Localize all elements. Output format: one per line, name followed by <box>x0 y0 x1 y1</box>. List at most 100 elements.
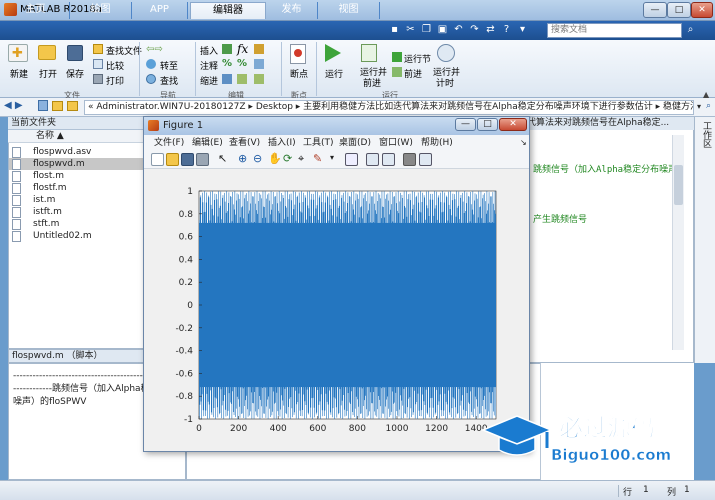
menu-help[interactable]: 帮助(H) <box>421 135 453 151</box>
search-icon[interactable]: ⌕ <box>684 23 697 37</box>
menu-desktop[interactable]: 桌面(D) <box>339 135 371 151</box>
x-tick-label: 0 <box>196 424 202 434</box>
editor-tab[interactable]: 代算法来对跳频信号在Alpha稳定... <box>523 117 694 130</box>
menu-window[interactable]: 窗口(W) <box>379 135 413 151</box>
smart-indent-icon[interactable] <box>222 74 232 84</box>
back-forward-icon[interactable]: ⇦⇨ <box>146 44 174 55</box>
increase-indent-icon[interactable] <box>237 74 247 84</box>
save-figure-icon[interactable] <box>181 153 194 166</box>
menu-dock-icon[interactable]: ↘ <box>520 135 527 151</box>
brush-dropdown-icon[interactable]: ▾ <box>330 153 334 162</box>
new-figure-icon[interactable] <box>151 153 164 166</box>
code-line[interactable]: 产生跳频信号 <box>533 212 587 225</box>
comment-button[interactable]: 注释 <box>200 59 218 72</box>
menu-tools[interactable]: 工具(T) <box>303 135 334 151</box>
tab-apps[interactable]: APP <box>132 2 188 19</box>
find-files-button[interactable]: 查找文件 <box>106 44 142 57</box>
menu-file[interactable]: 文件(F) <box>154 135 184 151</box>
undo-quick-icon[interactable]: ↶ <box>452 23 465 37</box>
comment-percent-icon[interactable]: % <box>222 58 232 69</box>
decrease-indent-icon[interactable] <box>254 74 264 84</box>
insert-cell-icon[interactable] <box>254 44 264 54</box>
paste-quick-icon[interactable]: ▣ <box>436 23 449 37</box>
dropdown-quick-icon[interactable]: ▾ <box>516 23 529 37</box>
print-figure-icon[interactable] <box>196 153 209 166</box>
tab-plots[interactable]: 绘图 <box>70 2 132 19</box>
print-button[interactable]: 打印 <box>106 74 124 87</box>
run-time-label-2[interactable]: 计时 <box>436 76 454 89</box>
path-dropdown-icon[interactable]: ▾ <box>697 102 701 111</box>
y-tick-label: -0.6 <box>175 369 193 379</box>
workspace-label[interactable]: 工作区 <box>700 121 713 148</box>
insert-button[interactable]: 插入 <box>200 44 218 57</box>
find-button[interactable]: 查找 <box>160 74 178 87</box>
code-line[interactable]: 跳频信号（加入Alpha稳定分布噪声 <box>533 162 677 175</box>
compare-button[interactable]: 比较 <box>106 59 124 72</box>
save-quick-icon[interactable]: ▪ <box>388 23 401 37</box>
redo-quick-icon[interactable]: ↷ <box>468 23 481 37</box>
run-section-icon <box>392 52 402 62</box>
rotate-icon[interactable]: ⟳ <box>283 152 292 165</box>
menu-view[interactable]: 查看(V) <box>229 135 260 151</box>
minimize-button[interactable]: — <box>643 2 667 18</box>
figure-menu-bar: 文件(F) 编辑(E) 查看(V) 插入(I) 工具(T) 桌面(D) 窗口(W… <box>144 135 529 151</box>
help-quick-icon[interactable]: ? <box>500 23 513 37</box>
show-plot-tools-icon[interactable] <box>419 153 432 166</box>
menu-edit[interactable]: 编辑(E) <box>192 135 223 151</box>
print-icon <box>93 74 103 84</box>
tab-editor[interactable]: 编辑器 <box>190 2 266 19</box>
open-button[interactable]: 打开 <box>39 67 57 80</box>
run-icon <box>325 44 341 62</box>
folder-icon[interactable] <box>67 101 78 111</box>
hide-plot-tools-icon[interactable] <box>403 153 416 166</box>
new-button[interactable]: 新建 <box>10 67 28 80</box>
uncomment-percent-icon[interactable]: % <box>237 58 247 69</box>
zoom-out-icon[interactable]: ⊖ <box>253 152 262 165</box>
legend-icon[interactable] <box>382 153 395 166</box>
search-input[interactable]: 搜索文档 <box>547 23 682 38</box>
menu-insert[interactable]: 插入(I) <box>268 135 296 151</box>
advance-button[interactable]: 前进 <box>404 67 422 80</box>
current-folder-path[interactable]: « Administrator.WIN7U-20180127Z ▸ Deskto… <box>84 100 694 115</box>
pan-icon[interactable]: ✋ <box>268 152 282 165</box>
maximize-button[interactable]: □ <box>667 2 691 18</box>
goto-button[interactable]: 转至 <box>160 59 178 72</box>
colorbar-icon[interactable] <box>366 153 379 166</box>
indent-button[interactable]: 缩进 <box>200 74 218 87</box>
brush-icon[interactable]: ✎ <box>313 152 322 165</box>
data-cursor-icon[interactable]: ⌖ <box>298 152 304 166</box>
zoom-in-icon[interactable]: ⊕ <box>238 152 247 165</box>
copy-quick-icon[interactable]: ❐ <box>420 23 433 37</box>
run-button[interactable]: 运行 <box>325 67 343 80</box>
breakpoints-button[interactable]: 断点 <box>290 67 308 80</box>
signal-chart[interactable]: 0 200 400 600 800 1000 1200 140010.80.60.40.20-… <box>144 169 529 451</box>
watermark-logo: 必过源码 Biguo100.com <box>481 414 671 464</box>
nav-back-icon[interactable]: ◀ ▶ <box>4 100 23 111</box>
run-section-button[interactable]: 运行节 <box>404 52 431 65</box>
close-button[interactable]: ✕ <box>691 2 713 18</box>
tab-view[interactable]: 视图 <box>318 2 380 19</box>
open-file-icon[interactable] <box>166 153 179 166</box>
insert-section-icon[interactable] <box>222 44 232 54</box>
tab-home[interactable]: 主页 <box>2 2 70 19</box>
wrap-comment-icon[interactable] <box>254 59 264 69</box>
editor-scrollbar[interactable] <box>672 135 684 350</box>
switch-window-icon[interactable]: ⇄ <box>484 23 497 37</box>
figure-maximize-button[interactable]: □ <box>477 118 498 131</box>
cut-quick-icon[interactable]: ✂ <box>404 23 417 37</box>
compare-icon <box>93 59 103 69</box>
pointer-icon[interactable]: ↖ <box>218 152 227 165</box>
figure-close-button[interactable]: ✕ <box>499 118 527 131</box>
figure-minimize-button[interactable]: — <box>455 118 476 131</box>
refresh-icon[interactable]: ⌕ <box>706 101 711 111</box>
tab-publish[interactable]: 发布 <box>266 2 318 19</box>
workspace-strip[interactable]: 工作区 <box>694 117 715 363</box>
link-plot-icon[interactable] <box>345 153 358 166</box>
up-folder-icon[interactable] <box>38 100 48 111</box>
find-files-icon <box>93 44 103 54</box>
x-tick-label: 600 <box>309 424 326 434</box>
browse-folder-icon[interactable] <box>52 101 63 111</box>
save-button[interactable]: 保存 <box>66 67 84 80</box>
run-advance-label-2[interactable]: 前进 <box>363 76 381 89</box>
function-fx-icon[interactable]: fx <box>237 42 248 56</box>
